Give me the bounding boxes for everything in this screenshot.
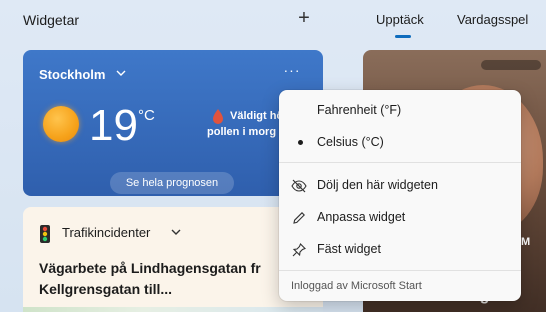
menu-divider bbox=[279, 162, 521, 163]
add-widget-button[interactable]: + bbox=[293, 7, 315, 29]
weather-widget[interactable]: Stockholm ··· 19 °C Väldigt hö pollen i … bbox=[23, 50, 323, 196]
menu-item-customize-widget[interactable]: Anpassa widget bbox=[279, 202, 521, 232]
menu-item-hide-widget[interactable]: Dölj den här widgeten bbox=[279, 170, 521, 200]
weather-temperature: 19 bbox=[89, 101, 138, 150]
weather-city[interactable]: Stockholm bbox=[39, 67, 105, 82]
weather-unit: °C bbox=[138, 107, 155, 124]
tab-vardagsspel[interactable]: Vardagsspel bbox=[457, 12, 528, 27]
eye-off-icon bbox=[291, 179, 307, 193]
traffic-headline[interactable]: Vägarbete på Lindhagensgatan fr bbox=[39, 260, 261, 276]
tab-upptack[interactable]: Upptäck bbox=[376, 12, 424, 27]
selected-dot-icon bbox=[298, 140, 303, 145]
pin-icon bbox=[292, 243, 306, 257]
traffic-map[interactable] bbox=[23, 307, 323, 312]
active-tab-indicator bbox=[395, 35, 411, 38]
weather-more-button[interactable]: ··· bbox=[283, 63, 301, 79]
news-badge: M bbox=[521, 236, 531, 248]
pollen-icon bbox=[213, 109, 223, 124]
full-forecast-button[interactable]: Se hela prognosen bbox=[110, 172, 234, 194]
sun-icon bbox=[43, 106, 79, 142]
pollen-text: Väldigt hö bbox=[230, 110, 284, 122]
menu-item-pin-widget[interactable]: Fäst widget bbox=[279, 234, 521, 264]
menu-item-fahrenheit[interactable]: Fahrenheit (°F) bbox=[279, 95, 521, 125]
pencil-icon bbox=[293, 212, 305, 224]
menu-divider bbox=[279, 270, 521, 271]
traffic-light-icon bbox=[40, 225, 50, 243]
widgets-header: Widgetar + Upptäck Vardagsspel bbox=[0, 0, 546, 42]
traffic-widget[interactable]: Trafikincidenter Vägarbete på Lindhagens… bbox=[23, 207, 323, 312]
traffic-headline-2[interactable]: Kellgrensgatan till... bbox=[39, 281, 172, 297]
signed-in-footer: Inloggad av Microsoft Start bbox=[291, 280, 422, 292]
traffic-title[interactable]: Trafikincidenter bbox=[62, 225, 150, 240]
carousel-indicator[interactable] bbox=[481, 60, 541, 70]
chevron-down-icon[interactable] bbox=[115, 67, 127, 79]
chevron-down-icon[interactable] bbox=[170, 226, 182, 238]
menu-item-celsius[interactable]: Celsius (°C) bbox=[279, 127, 521, 157]
widget-context-menu: Fahrenheit (°F) Celsius (°C) Dölj den hä… bbox=[279, 90, 521, 301]
pollen-text-2: pollen i morg bbox=[207, 126, 277, 138]
widgets-title: Widgetar bbox=[23, 12, 80, 28]
